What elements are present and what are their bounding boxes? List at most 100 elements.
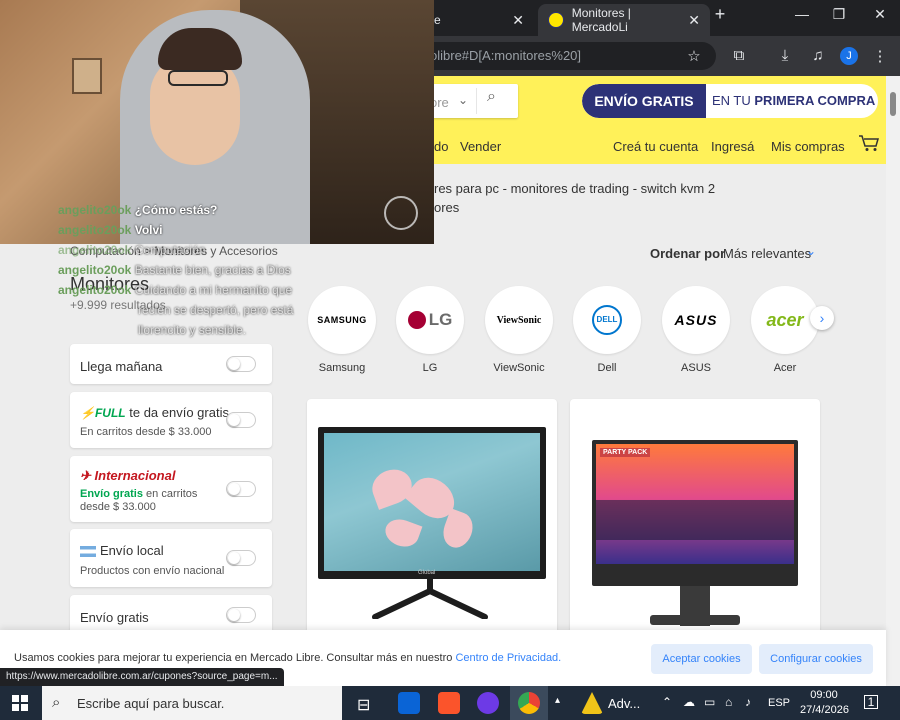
filter-envio-local[interactable]: Envío local Productos con envío nacional [70, 529, 272, 587]
argentina-flag-icon [80, 546, 96, 558]
cookie-message: Usamos cookies para mejorar tu experienc… [14, 652, 453, 664]
bookmark-star-icon[interactable]: ☆ [684, 47, 704, 65]
chrome-icon[interactable] [518, 692, 540, 714]
toggle-switch[interactable] [226, 481, 256, 497]
close-window-button[interactable]: ✕ [868, 6, 892, 23]
brave-browser-icon[interactable] [438, 692, 460, 714]
full-badge: ⚡FULL [80, 406, 126, 420]
filter-sublabel: Productos con envío nacional [80, 565, 225, 577]
chevron-down-icon[interactable]: ⌄ [458, 93, 468, 107]
local-title: Envío local [100, 543, 164, 558]
filter-label: Envío gratis [80, 610, 149, 625]
new-tab-button[interactable]: + [708, 4, 732, 25]
brand-label: Samsung [318, 362, 366, 374]
filter-sublabel: En carritos desde $ 33.000 [80, 426, 212, 438]
chat-message: angelito20ok Volvi [58, 223, 163, 237]
privacy-center-link[interactable]: Centro de Privacidad. [455, 652, 561, 664]
search-icon[interactable]: ⌕ [487, 88, 496, 106]
game-banner-text: PARTY PACK [600, 448, 651, 457]
configure-cookies-button[interactable]: Configurar cookies [759, 644, 873, 674]
task-view-icon[interactable]: ⊟ [357, 695, 370, 715]
tray-app-label[interactable]: Adv... [608, 696, 640, 711]
windows-start-icon[interactable] [12, 695, 28, 711]
filter-label: Envío local [80, 543, 164, 558]
brand-viewsonic[interactable]: ViewSonic ViewSonic [485, 286, 553, 374]
chevron-down-icon[interactable]: ⌄ [806, 244, 816, 258]
free-shipping-label: Envío gratis [80, 488, 143, 500]
monitor-base [650, 615, 740, 625]
brand-dell[interactable]: DELL Dell [573, 286, 641, 374]
tab-active[interactable]: Monitores | MercadoLi ✕ [538, 4, 710, 36]
chat-message-continuation: recién se despertó, pero está llorencito… [138, 303, 294, 337]
filter-llega-manana[interactable]: Llega mañana [70, 344, 272, 384]
notifications-icon[interactable]: 1 [864, 695, 878, 709]
brand-lg[interactable]: LG LG [396, 286, 464, 374]
extensions-icon[interactable]: ⧉ [729, 47, 749, 64]
scrollbar-thumb[interactable] [890, 92, 896, 116]
close-tab-icon[interactable]: ✕ [512, 12, 524, 29]
status-bar-url: https://www.mercadolibre.com.ar/cupones?… [0, 668, 284, 686]
nav-link-partial[interactable]: do [434, 139, 448, 154]
tab-previous[interactable]: e ✕ [424, 4, 534, 36]
discord-icon[interactable] [477, 692, 499, 714]
filter-envio-gratis[interactable]: Envío gratis [70, 595, 272, 635]
downloads-icon[interactable]: ⤓ [775, 47, 795, 64]
stream-logo-icon [384, 196, 418, 230]
toggle-switch[interactable] [226, 607, 256, 623]
search-divider [476, 88, 477, 114]
chat-message: angelito20ok Bastante bien, gracias a Di… [58, 263, 291, 277]
filter-full[interactable]: ⚡FULL te da envío gratis En carritos des… [70, 392, 272, 448]
nav-link-login[interactable]: Ingresá [711, 139, 754, 154]
taskbar-clock[interactable]: 09:00 27/4/2026 [800, 688, 849, 718]
close-tab-icon[interactable]: ✕ [688, 12, 700, 29]
maximize-button[interactable]: ❐ [827, 6, 851, 23]
minimize-button[interactable]: — [790, 6, 814, 22]
language-indicator[interactable]: ESP [768, 697, 790, 709]
glasses [168, 70, 228, 86]
onedrive-icon[interactable]: ☁ [683, 695, 695, 709]
monitor-brand-label: Global [418, 570, 436, 576]
outlook-icon[interactable] [398, 692, 420, 714]
address-bar[interactable]: olibre#D[A:monitores%20] [420, 42, 716, 70]
nav-link-create-account[interactable]: Creá tu cuenta [613, 139, 698, 154]
nav-link-my-purchases[interactable]: Mis compras [771, 139, 845, 154]
toggle-switch[interactable] [226, 412, 256, 428]
monitor-screen-overlay [596, 500, 794, 540]
cart-icon[interactable] [858, 134, 880, 152]
filter-label: ⚡FULL te da envío gratis [80, 405, 229, 420]
carousel-next-icon[interactable]: › [810, 306, 834, 330]
related-searches-cont[interactable]: ores [434, 200, 459, 215]
tray-overflow-icon[interactable]: ⌃ [662, 695, 672, 709]
battery-icon[interactable]: ▭ [704, 695, 715, 709]
page-scrollbar[interactable] [886, 76, 900, 686]
picture-frame [72, 58, 102, 94]
chat-message: angelito20ok Cuidando a mi hermanito que [58, 283, 293, 297]
cookie-text: Usamos cookies para mejorar tu experienc… [14, 652, 561, 664]
promo-banner[interactable]: ENVÍO GRATIS EN TU PRIMERA COMPRA [582, 84, 878, 118]
related-searches[interactable]: res para pc - monitores de trading - swi… [434, 181, 715, 196]
promo-first-purchase: EN TU PRIMERA COMPRA [712, 84, 875, 118]
media-control-icon[interactable]: ♫ [808, 47, 828, 64]
brand-label: ASUS [681, 362, 711, 374]
accept-cookies-button[interactable]: Aceptar cookies [651, 644, 752, 674]
taskbar-search-placeholder: Escribe aquí para buscar. [77, 696, 225, 711]
toggle-switch[interactable] [226, 550, 256, 566]
network-icon[interactable]: ⌂ [725, 695, 732, 709]
dell-logo-icon: DELL [573, 286, 641, 354]
brand-label: Acer [773, 362, 797, 374]
profile-avatar[interactable]: J [840, 47, 858, 65]
tab-title: e [434, 13, 441, 27]
toggle-switch[interactable] [226, 356, 256, 372]
brand-asus[interactable]: ASUS ASUS [662, 286, 730, 374]
filter-internacional[interactable]: ✈ Internacional Envío gratis en carritos… [70, 456, 272, 522]
chevron-up-icon[interactable]: ▴ [555, 695, 560, 706]
viewsonic-logo-icon: ViewSonic [485, 286, 553, 354]
nav-link-vender[interactable]: Vender [460, 139, 501, 154]
acer-logo-icon: acer [751, 286, 819, 354]
volume-icon[interactable]: ♪ [745, 695, 751, 709]
sort-dropdown[interactable]: Más relevantes [723, 246, 811, 261]
brand-label: LG [422, 362, 438, 374]
brand-acer[interactable]: acer Acer [751, 286, 819, 374]
menu-dots-icon[interactable]: ⋮ [870, 47, 890, 65]
intl-badge: Internacional [94, 468, 176, 483]
